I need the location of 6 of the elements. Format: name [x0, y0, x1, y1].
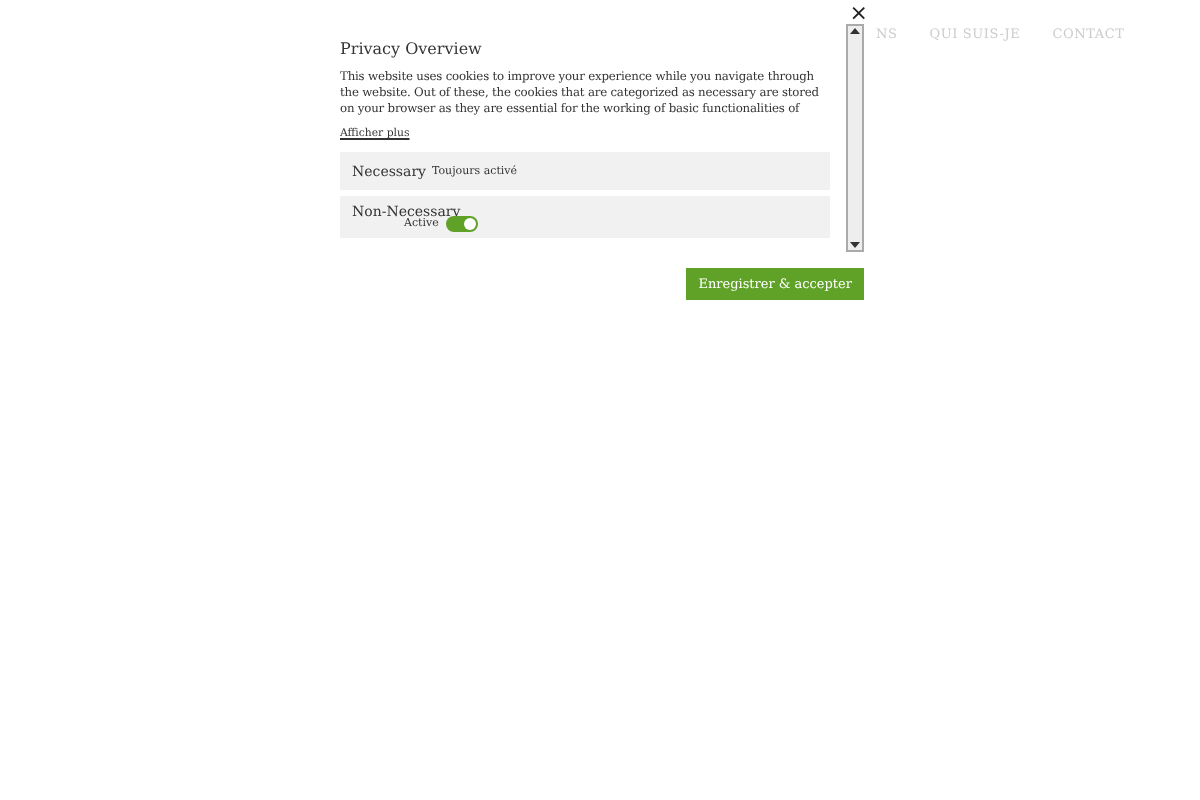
scroll-down-icon[interactable] [850, 240, 860, 250]
toggle-switch[interactable] [446, 215, 479, 231]
close-button[interactable]: × [849, 4, 868, 24]
scrollbar[interactable] [846, 24, 864, 252]
modal-title: Privacy Overview [340, 40, 484, 58]
scroll-up-icon[interactable] [850, 26, 860, 36]
